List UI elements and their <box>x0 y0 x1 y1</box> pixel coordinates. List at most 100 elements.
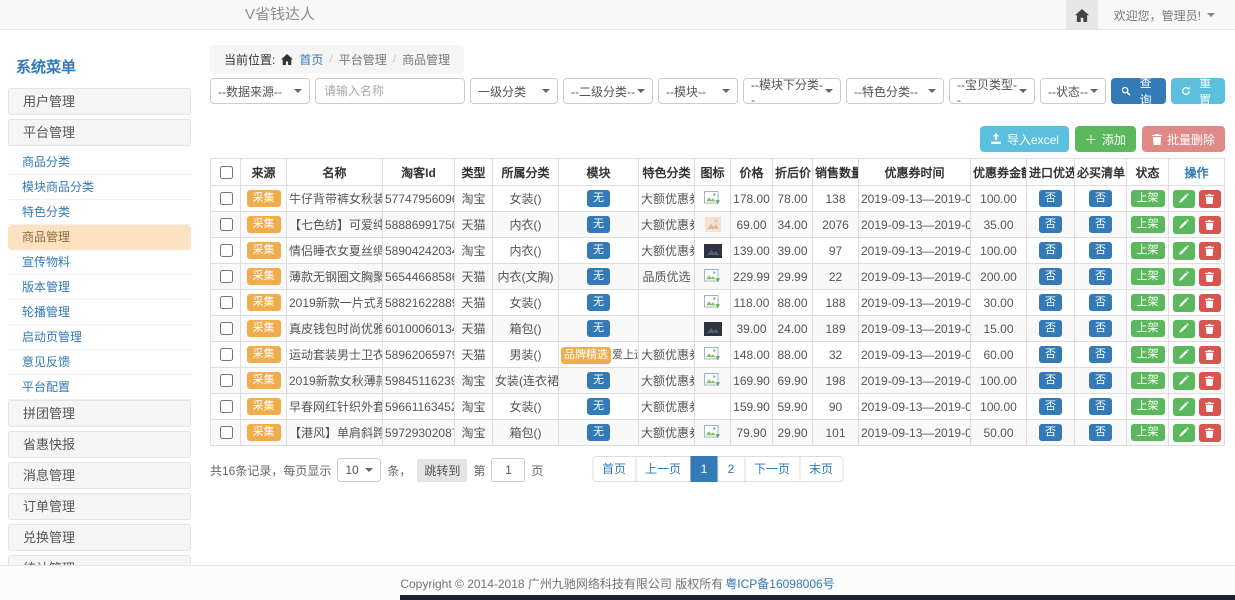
sidebar-item[interactable]: 轮播管理 <box>8 300 191 325</box>
name-search-input[interactable] <box>315 78 465 104</box>
caret-down-icon <box>928 89 936 93</box>
reset-button[interactable]: 重置 <box>1171 78 1226 104</box>
row-checkbox[interactable] <box>220 400 233 413</box>
delete-button[interactable] <box>1199 372 1221 390</box>
add-button[interactable]: ＋ 添加 <box>1075 126 1136 152</box>
edit-button[interactable] <box>1173 398 1195 416</box>
sidebar-item[interactable]: 版本管理 <box>8 275 191 300</box>
module-badge: 无 <box>587 372 610 389</box>
icp-link[interactable]: 粤ICP备16098006号 <box>725 575 834 592</box>
delete-button[interactable] <box>1199 346 1221 364</box>
edit-button[interactable] <box>1173 242 1195 260</box>
module-sub-category-select[interactable]: --模块下分类-- <box>743 78 841 104</box>
feature-category-select[interactable]: --特色分类-- <box>846 78 944 104</box>
edit-button[interactable] <box>1173 294 1195 312</box>
edit-button[interactable] <box>1173 216 1195 234</box>
breadcrumb-home-link[interactable]: 首页 <box>299 51 323 68</box>
sidebar-item[interactable]: 消息管理 <box>8 462 191 489</box>
row-checkbox[interactable] <box>220 192 233 205</box>
item-type-select[interactable]: --宝贝类型-- <box>949 78 1035 104</box>
sidebar-item[interactable]: 省惠快报 <box>8 431 191 458</box>
level2-category-select[interactable]: --二级分类-- <box>563 78 653 104</box>
sidebar-item[interactable]: 平台配置 <box>8 375 191 400</box>
table-row: 采集真皮钱包时尚优雅女士...601000601341天猫箱包()无39.002… <box>211 316 1225 342</box>
sidebar-item[interactable]: 统计管理 <box>8 555 191 565</box>
delete-button[interactable] <box>1199 190 1221 208</box>
sidebar-item[interactable]: 模块商品分类 <box>8 175 191 200</box>
sales-count: 188 <box>813 290 859 316</box>
sidebar-item[interactable]: 意见反馈 <box>8 350 191 375</box>
delete-button[interactable] <box>1199 216 1221 234</box>
delete-button[interactable] <box>1199 424 1221 442</box>
delete-button[interactable] <box>1199 398 1221 416</box>
price: 148.00 <box>731 342 773 368</box>
row-checkbox[interactable] <box>220 244 233 257</box>
sidebar-item[interactable]: 平台管理 <box>8 119 191 146</box>
breadcrumb-item-platform[interactable]: 平台管理 <box>339 51 387 68</box>
edit-button[interactable] <box>1173 424 1195 442</box>
delete-button[interactable] <box>1199 294 1221 312</box>
source-badge: 采集 <box>247 346 281 363</box>
sidebar-item[interactable]: 订单管理 <box>8 493 191 520</box>
sidebar-item[interactable]: 宣传物料 <box>8 250 191 275</box>
page-button[interactable]: 下一页 <box>744 456 800 482</box>
sidebar-item[interactable]: 兑换管理 <box>8 524 191 551</box>
category: 男装() <box>493 342 559 368</box>
caret-down-icon <box>294 89 302 93</box>
row-checkbox[interactable] <box>220 322 233 335</box>
sidebar-item[interactable]: 商品分类 <box>8 150 191 175</box>
icon-cell <box>695 316 731 342</box>
column-header: 操作 <box>1169 159 1225 186</box>
status-badge: 上架 <box>1131 398 1165 415</box>
batch-delete-button[interactable]: 批量删除 <box>1142 126 1225 152</box>
edit-button[interactable] <box>1173 346 1195 364</box>
sidebar-item[interactable]: 启动页管理 <box>8 325 191 350</box>
select-all-checkbox[interactable] <box>220 166 233 179</box>
jump-button[interactable]: 跳转到 <box>417 459 467 482</box>
row-checkbox[interactable] <box>220 374 233 387</box>
user-menu[interactable]: 欢迎您，管理员! <box>1098 7 1235 24</box>
row-checkbox[interactable] <box>220 218 233 231</box>
icon-cell <box>695 420 731 446</box>
page-button[interactable]: 上一页 <box>635 456 691 482</box>
module-select[interactable]: --模块-- <box>658 78 738 104</box>
sidebar-item[interactable]: 商品管理 <box>8 225 191 250</box>
per-page-select[interactable]: 10 <box>337 458 381 482</box>
delete-button[interactable] <box>1199 268 1221 286</box>
status-select[interactable]: --状态-- <box>1040 78 1106 104</box>
row-checkbox[interactable] <box>220 426 233 439</box>
search-button[interactable]: 查询 <box>1111 78 1166 104</box>
product-name: 情侣睡衣女夏丝绸男士... <box>287 238 383 264</box>
icon-cell <box>695 186 731 212</box>
product-thumbnail <box>704 244 722 258</box>
sidebar-item[interactable]: 拼团管理 <box>8 400 191 427</box>
home-button[interactable] <box>1066 0 1098 30</box>
page-button[interactable]: 首页 <box>592 456 636 482</box>
import-excel-button[interactable]: 导入excel <box>980 126 1069 152</box>
edit-button[interactable] <box>1173 268 1195 286</box>
edit-button[interactable] <box>1173 190 1195 208</box>
page-button[interactable]: 2 <box>717 456 745 482</box>
jump-pre-text: 第 <box>473 462 485 479</box>
module-badge: 无 <box>587 190 610 207</box>
page-button[interactable]: 末页 <box>799 456 843 482</box>
delete-button[interactable] <box>1199 320 1221 338</box>
jump-page-input[interactable] <box>491 458 525 482</box>
select-value: --状态-- <box>1048 83 1088 100</box>
row-checkbox[interactable] <box>220 348 233 361</box>
sidebar-item[interactable]: 特色分类 <box>8 200 191 225</box>
page-button[interactable]: 1 <box>690 456 718 482</box>
operations-cell <box>1169 212 1225 238</box>
source-cell: 采集 <box>241 290 287 316</box>
column-header: 状态 <box>1127 159 1169 186</box>
taoke-id: 598451162391 <box>383 368 455 394</box>
level1-category-select[interactable]: 一级分类 <box>470 78 558 104</box>
delete-button[interactable] <box>1199 242 1221 260</box>
breadcrumb-item-goods[interactable]: 商品管理 <box>402 51 450 68</box>
edit-button[interactable] <box>1173 320 1195 338</box>
sidebar-item[interactable]: 用户管理 <box>8 88 191 115</box>
row-checkbox[interactable] <box>220 270 233 283</box>
row-checkbox[interactable] <box>220 296 233 309</box>
edit-button[interactable] <box>1173 372 1195 390</box>
data-source-select[interactable]: --数据来源-- <box>210 78 310 104</box>
